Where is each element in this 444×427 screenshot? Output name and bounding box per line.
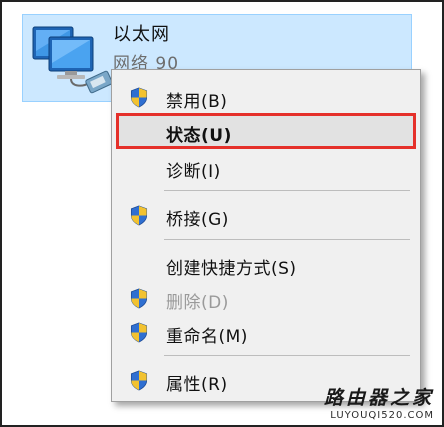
uac-shield-icon	[130, 288, 148, 309]
menu-separator	[164, 355, 410, 356]
uac-shield-icon	[130, 322, 148, 343]
menu-item-label: 状态(U)	[166, 126, 232, 146]
context-menu: 禁用(B) 状态(U) 诊断(I) 桥接(G) 创建快捷方式(S) 删除(D) …	[111, 69, 421, 402]
adapter-name: 以太网	[113, 24, 170, 45]
menu-item-label: 禁用(B)	[166, 92, 228, 112]
menu-item-create-shortcut[interactable]: 创建快捷方式(S)	[112, 247, 420, 281]
menu-item-rename[interactable]: 重命名(M)	[112, 315, 420, 349]
screenshot-frame: 以太网 网络 90 禁用(B) 状态(U) 诊断(I) 桥接(G) 创建快捷方式…	[0, 0, 444, 427]
menu-item-status[interactable]: 状态(U)	[112, 114, 420, 148]
menu-separator	[164, 239, 410, 240]
menu-item-label: 删除(D)	[166, 293, 229, 313]
uac-shield-icon	[130, 205, 148, 226]
menu-separator	[164, 190, 410, 191]
uac-shield-icon	[130, 370, 148, 391]
uac-shield-icon	[130, 87, 148, 108]
network-adapter-icon	[32, 26, 113, 94]
watermark-title: 路由器之家	[323, 387, 434, 409]
watermark: 路由器之家 LUYOUQI520.COM	[324, 383, 434, 421]
menu-item-disable[interactable]: 禁用(B)	[112, 80, 420, 114]
menu-item-diagnose[interactable]: 诊断(I)	[112, 150, 420, 184]
menu-item-label: 创建快捷方式(S)	[166, 259, 297, 279]
menu-item-label: 诊断(I)	[166, 162, 221, 182]
menu-item-bridge[interactable]: 桥接(G)	[112, 198, 420, 232]
menu-item-delete: 删除(D)	[112, 281, 420, 315]
menu-item-label: 重命名(M)	[166, 327, 248, 347]
watermark-url: LUYOUQI520.COM	[330, 410, 434, 421]
menu-item-label: 桥接(G)	[166, 210, 229, 230]
menu-item-label: 属性(R)	[166, 375, 228, 395]
